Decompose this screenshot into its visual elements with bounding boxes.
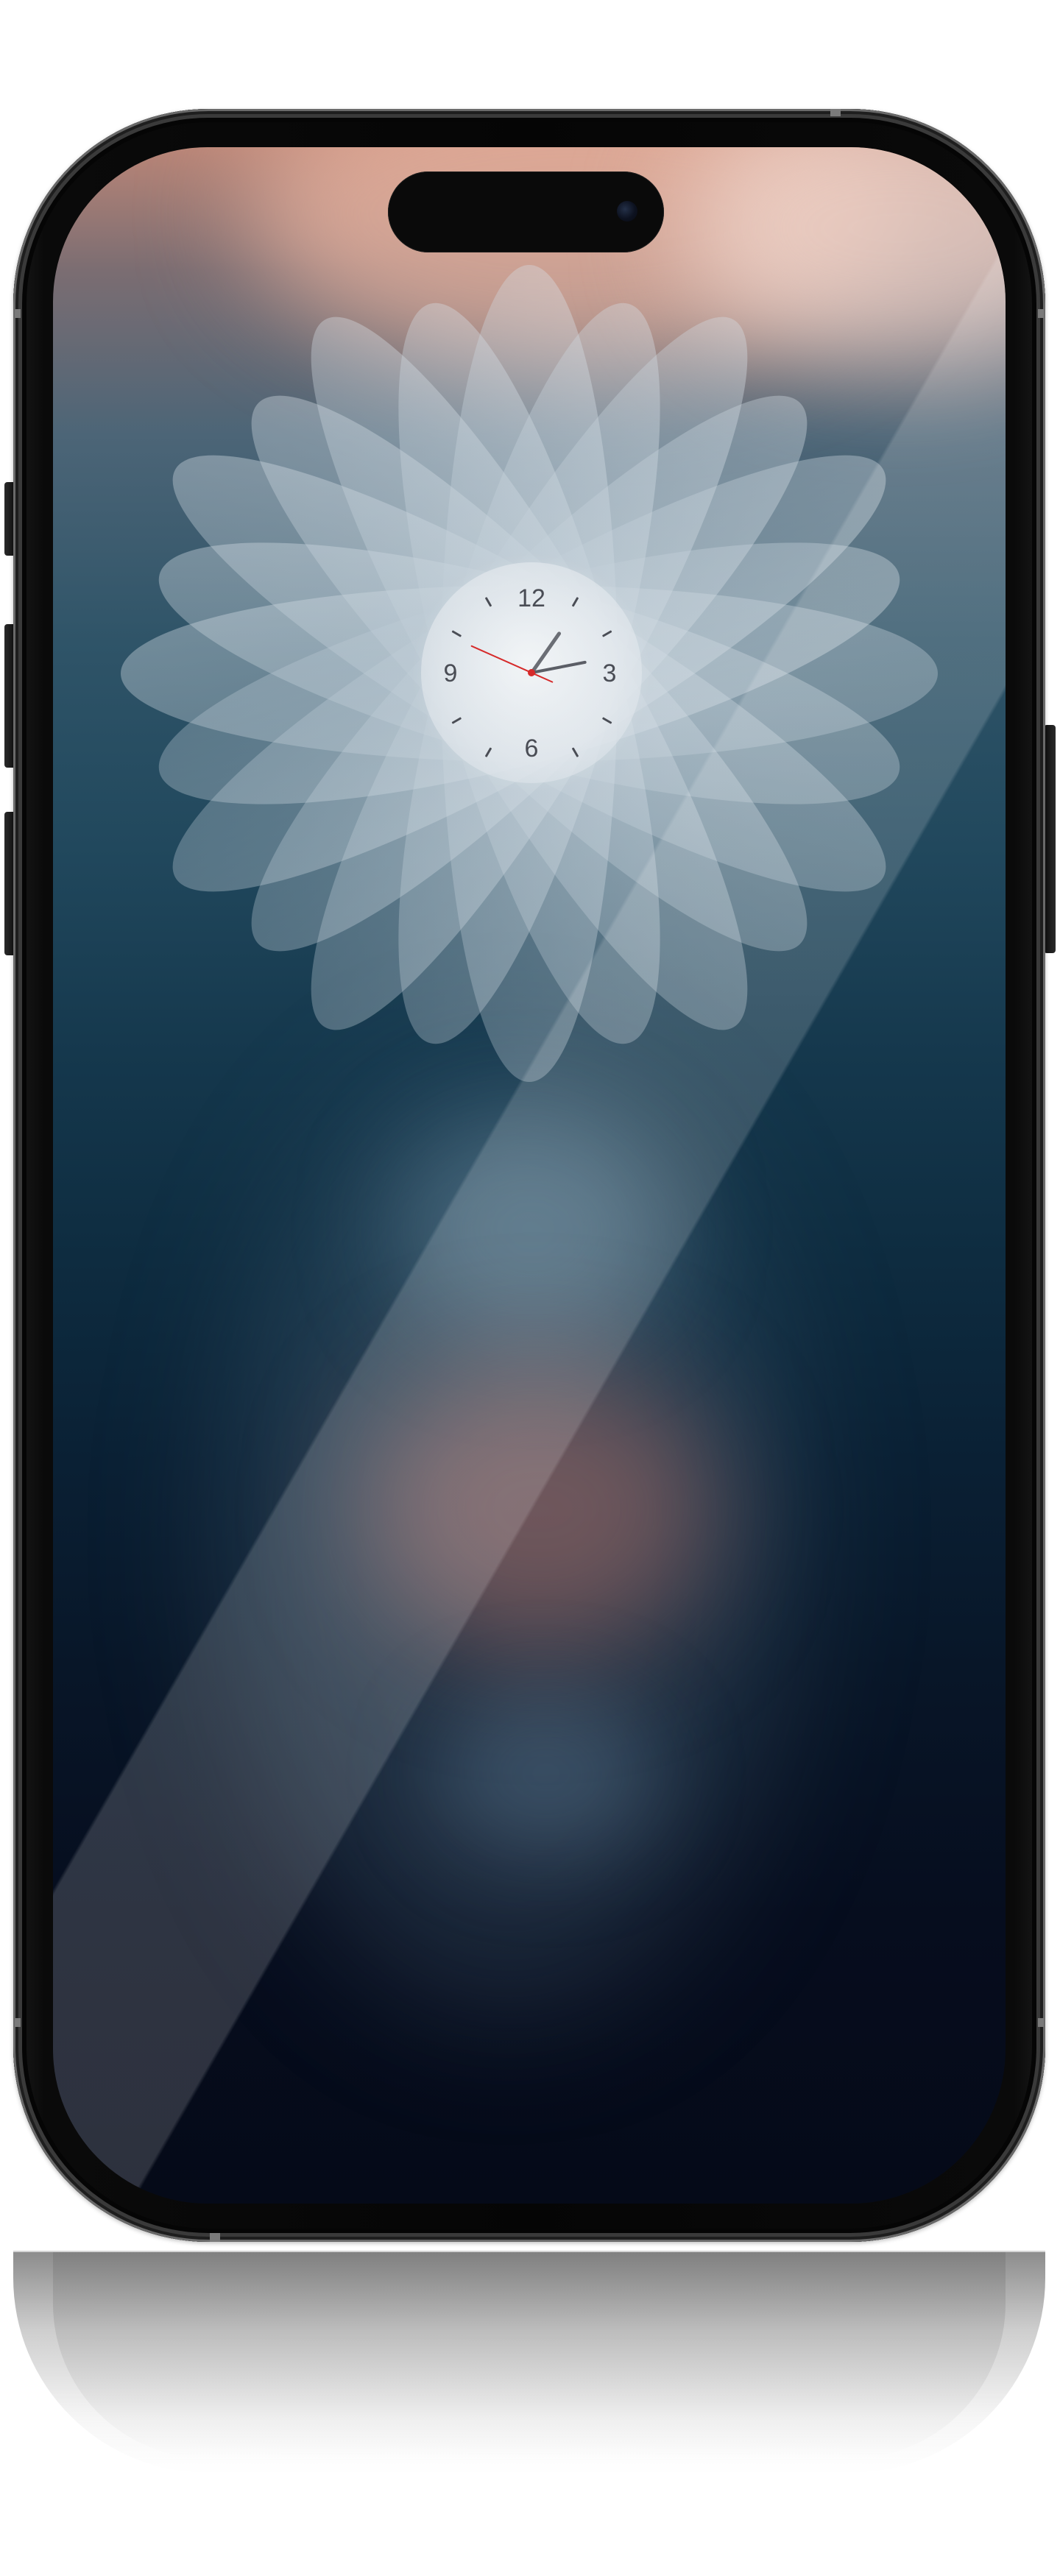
- phone-reflection: [13, 2251, 1045, 2473]
- wallpaper-lower-glow: [436, 1693, 657, 1855]
- antenna-band: [1038, 2018, 1044, 2027]
- clock-tick: [601, 630, 612, 637]
- clock-tick: [451, 717, 462, 724]
- antenna-band: [15, 2018, 21, 2027]
- wallpaper-pink-glow: [362, 1362, 716, 1656]
- clock-numeral-3: 3: [602, 659, 617, 687]
- stage: 12 3 6 9: [0, 0, 1060, 2576]
- antenna-band: [15, 309, 21, 318]
- screen-reflection: [53, 2252, 1006, 2458]
- clock-tick: [484, 596, 492, 607]
- clock-tick: [601, 717, 612, 724]
- antenna-band: [210, 2233, 220, 2242]
- wallpaper-blue-glow: [399, 1119, 664, 1340]
- clock-tick: [571, 596, 579, 607]
- clock-tick: [451, 630, 462, 637]
- analog-clock-face: 12 3 6 9: [421, 562, 642, 783]
- clock-tick: [484, 747, 492, 758]
- lock-screen[interactable]: 12 3 6 9: [53, 147, 1006, 2204]
- clock-numeral-9: 9: [443, 659, 458, 687]
- clock-center-dot: [528, 669, 535, 676]
- flower-clock-widget[interactable]: 12 3 6 9: [113, 265, 945, 1082]
- clock-tick: [571, 747, 579, 758]
- dynamic-island[interactable]: [388, 171, 664, 252]
- clock-numeral-12: 12: [517, 584, 545, 612]
- power-button[interactable]: [1044, 725, 1056, 953]
- second-hand: [470, 645, 532, 673]
- antenna-band: [1038, 309, 1044, 318]
- antenna-band: [830, 109, 841, 116]
- clock-numeral-6: 6: [524, 735, 539, 762]
- front-camera-icon: [617, 201, 637, 222]
